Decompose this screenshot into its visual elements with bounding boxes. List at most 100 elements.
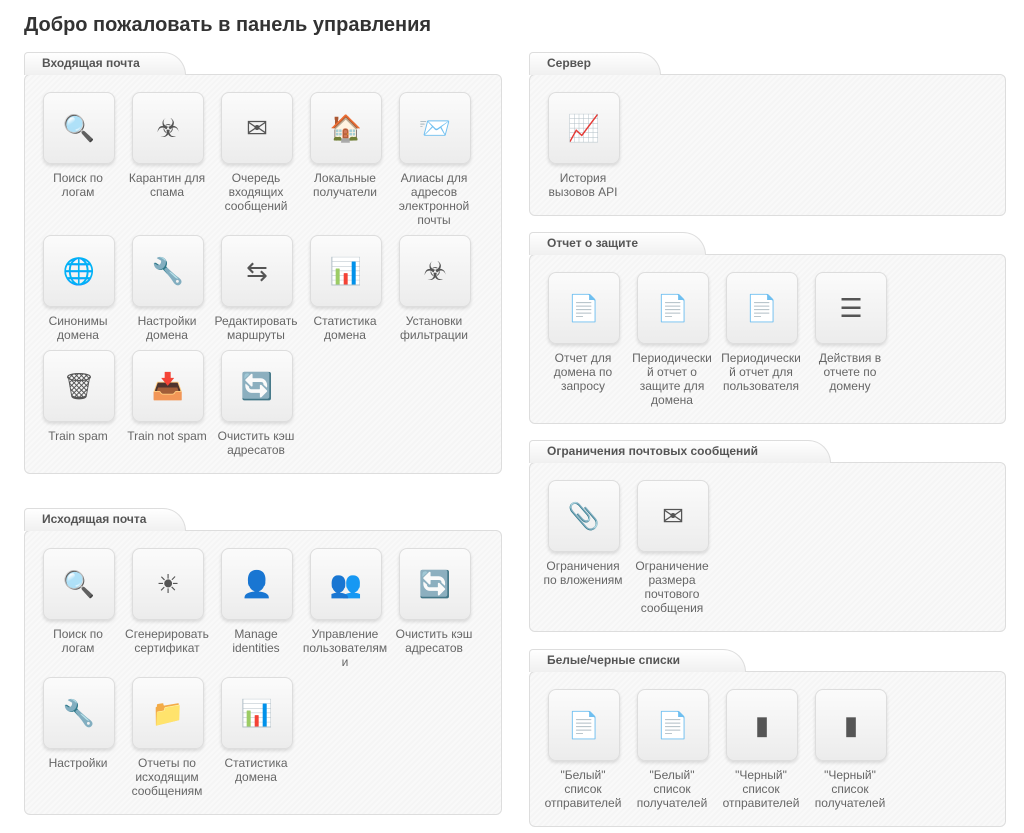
item-label[interactable]: Train not spam	[123, 429, 211, 443]
tile-button[interactable]: 📁	[132, 677, 204, 749]
incoming-item-11[interactable]: 📥 Train not spam	[127, 350, 221, 457]
item-label[interactable]: Установки фильтрации	[390, 314, 478, 342]
tile-button[interactable]: 👤	[221, 548, 293, 620]
item-label[interactable]: Ограничение размера почтового сообщения	[628, 559, 716, 615]
item-label[interactable]: "Черный" список отправителей	[717, 768, 805, 810]
incoming-item-7[interactable]: ⇆ Редактировать маршруты	[215, 235, 310, 342]
incoming-item-8[interactable]: 📊 Статистика домена	[310, 235, 399, 342]
outgoing-item-0[interactable]: 🔍 Поиск по логам	[43, 548, 132, 669]
item-label[interactable]: Настройки домена	[123, 314, 211, 342]
item-label[interactable]: Очистить кэш адресатов	[212, 429, 300, 457]
incoming-item-3[interactable]: 🏠 Локальные получатели	[310, 92, 399, 227]
item-label[interactable]: Периодически й отчет для пользователя	[717, 351, 805, 393]
tile-button[interactable]: ☣	[399, 235, 471, 307]
outgoing-item-6[interactable]: 📁 Отчеты по исходящим сообщениям	[132, 677, 221, 798]
tile-button[interactable]: 📄	[637, 272, 709, 344]
item-label[interactable]: Отчеты по исходящим сообщениям	[123, 756, 211, 798]
item-label[interactable]: Статистика домена	[212, 756, 300, 784]
item-label[interactable]: Действия в отчете по домену	[806, 351, 894, 393]
outgoing-item-5[interactable]: 🔧 Настройки	[43, 677, 132, 798]
tile-button[interactable]: 🔍	[43, 92, 115, 164]
tile-button[interactable]: ✉	[637, 480, 709, 552]
protection-item-0[interactable]: 📄 Отчет для домена по запросу	[548, 272, 637, 407]
tile-button[interactable]: ⇆	[221, 235, 293, 307]
lists-item-3[interactable]: ▮ "Черный" список получателей	[815, 689, 904, 810]
item-label[interactable]: Ограничения по вложениям	[539, 559, 627, 587]
tile-button[interactable]: 🏠	[310, 92, 382, 164]
outgoing-item-3[interactable]: 👥 Управление пользователям и	[303, 548, 399, 669]
tile-button[interactable]: ☰	[815, 272, 887, 344]
tile-button[interactable]: 🔧	[43, 677, 115, 749]
protection-item-2[interactable]: 📄 Периодически й отчет для пользователя	[721, 272, 815, 407]
incoming-item-10[interactable]: 🗑 Train spam	[43, 350, 132, 457]
lists-item-0[interactable]: 📄 "Белый" список отправителей	[545, 689, 637, 810]
limits-item-0[interactable]: 📎 Ограничения по вложениям	[543, 480, 637, 615]
item-label[interactable]: "Черный" список получателей	[806, 768, 894, 810]
item-label[interactable]: Поиск по логам	[34, 171, 122, 199]
tile-button[interactable]: 📊	[310, 235, 382, 307]
tile-button[interactable]: 🔄	[221, 350, 293, 422]
incoming-item-4[interactable]: 📨 Алиасы для адресов электронной почты	[399, 92, 488, 227]
item-label[interactable]: Редактировать маршруты	[212, 314, 300, 342]
protection-item-3[interactable]: ☰ Действия в отчете по домену	[815, 272, 904, 407]
item-label[interactable]: Manage identities	[212, 627, 300, 655]
outgoing-item-2[interactable]: 👤 Manage identities	[221, 548, 310, 669]
incoming-item-0[interactable]: 🔍 Поиск по логам	[43, 92, 132, 227]
item-label[interactable]: Локальные получатели	[301, 171, 389, 199]
item-label[interactable]: "Белый" список отправителей	[539, 768, 627, 810]
item-label[interactable]: Отчет для домена по запросу	[539, 351, 627, 393]
lists-tool-icon: ▮	[754, 709, 770, 740]
item-label[interactable]: Настройки	[34, 756, 122, 770]
tile-button[interactable]: 🔍	[43, 548, 115, 620]
server-item-0[interactable]: 📈 История вызовов API	[548, 92, 637, 199]
protection-item-1[interactable]: 📄 Периодически й отчет о защите для домен…	[632, 272, 726, 407]
tile-button[interactable]: 📨	[399, 92, 471, 164]
item-label[interactable]: Управление пользователям и	[301, 627, 389, 669]
tile-button[interactable]: 📎	[548, 480, 620, 552]
item-label[interactable]: Очередь входящих сообщений	[212, 171, 300, 213]
incoming-item-12[interactable]: 🔄 Очистить кэш адресатов	[218, 350, 310, 457]
item-label[interactable]: История вызовов API	[539, 171, 627, 199]
tile-button[interactable]: 📥	[132, 350, 204, 422]
incoming-item-1[interactable]: ☣ Карантин для спама	[129, 92, 221, 227]
limits-item-1[interactable]: ✉ Ограничение размера почтового сообщения	[635, 480, 726, 615]
incoming-item-9[interactable]: ☣ Установки фильтрации	[399, 235, 488, 342]
outgoing-item-4[interactable]: 🔄 Очистить кэш адресатов	[396, 548, 488, 669]
tile-button[interactable]: 🔧	[132, 235, 204, 307]
tile-button[interactable]: 🗑	[43, 350, 115, 422]
domain-alias-icon: 🌐	[62, 255, 96, 286]
item-label[interactable]: Сгенерировать сертификат	[123, 627, 211, 655]
item-label[interactable]: Поиск по логам	[34, 627, 122, 655]
item-label[interactable]: Очистить кэш адресатов	[390, 627, 478, 655]
tile-button[interactable]: 📊	[221, 677, 293, 749]
incoming-item-2[interactable]: ✉ Очередь входящих сообщений	[221, 92, 310, 227]
item-label[interactable]: Карантин для спама	[123, 171, 211, 199]
tile-button[interactable]: 🔄	[399, 548, 471, 620]
lists-item-2[interactable]: ▮ "Черный" список отправителей	[723, 689, 815, 810]
panel-body: 📈 История вызовов API	[529, 74, 1006, 216]
incoming-item-6[interactable]: 🔧 Настройки домена	[132, 235, 221, 342]
lists-item-1[interactable]: 📄 "Белый" список получателей	[637, 689, 726, 810]
tile-button[interactable]: 📈	[548, 92, 620, 164]
outgoing-item-7[interactable]: 📊 Статистика домена	[221, 677, 310, 798]
tile-button[interactable]: ▮	[726, 689, 798, 761]
item-label[interactable]: Статистика домена	[301, 314, 389, 342]
tile-button[interactable]: 👥	[310, 548, 382, 620]
outgoing-item-1[interactable]: ☀ Сгенерировать сертификат	[125, 548, 221, 669]
tile-button[interactable]: ✉	[221, 92, 293, 164]
tile-button[interactable]: 📄	[726, 272, 798, 344]
item-label[interactable]: Синонимы домена	[34, 314, 122, 342]
item-label[interactable]: Периодически й отчет о защите для домена	[628, 351, 716, 407]
incoming-item-5[interactable]: 🌐 Синонимы домена	[43, 235, 132, 342]
tile-button[interactable]: 📄	[548, 689, 620, 761]
tile-button[interactable]: 🌐	[43, 235, 115, 307]
item-label[interactable]: Алиасы для адресов электронной почты	[390, 171, 478, 227]
tile-button[interactable]: ☀	[132, 548, 204, 620]
tile-button[interactable]: 📄	[637, 689, 709, 761]
tile-button[interactable]: ▮	[815, 689, 887, 761]
panel-tab: Белые/черные списки	[529, 649, 1006, 672]
tile-button[interactable]: 📄	[548, 272, 620, 344]
item-label[interactable]: Train spam	[34, 429, 122, 443]
item-label[interactable]: "Белый" список получателей	[628, 768, 716, 810]
tile-button[interactable]: ☣	[132, 92, 204, 164]
